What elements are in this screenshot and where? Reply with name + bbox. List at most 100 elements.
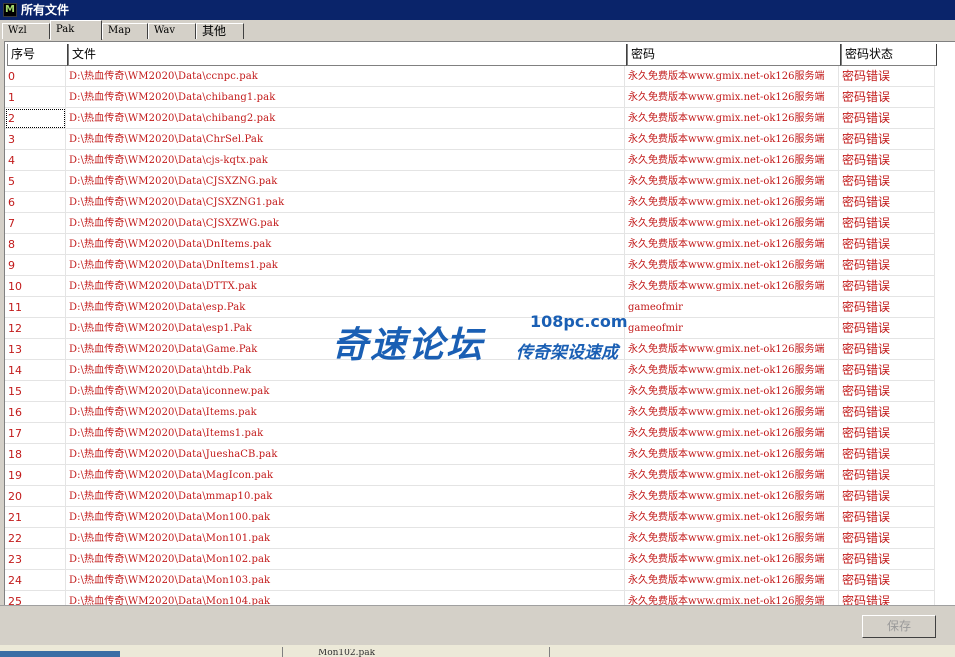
row-file-cell: D:\热血传奇\WM2020\Data\DTTX.pak bbox=[66, 276, 625, 297]
row-password-cell: 永久免费版本www.gmix.net-ok126服务端 bbox=[625, 402, 839, 423]
row-password-cell: 永久免费版本www.gmix.net-ok126服务端 bbox=[625, 234, 839, 255]
row-index-cell: 6 bbox=[5, 192, 66, 213]
row-password-cell: 永久免费版本www.gmix.net-ok126服务端 bbox=[625, 465, 839, 486]
row-index-cell: 23 bbox=[5, 549, 66, 570]
background-taskbar-strip bbox=[0, 651, 120, 657]
table-row[interactable]: 10 D:\热血传奇\WM2020\Data\DTTX.pak 永久免费版本www.… bbox=[5, 276, 945, 297]
table-row[interactable]: 0 D:\热血传奇\WM2020\Data\ccnpc.pak 永久免费版本www.… bbox=[5, 66, 945, 87]
table-row[interactable]: 7 D:\热血传奇\WM2020\Data\CJSXZWG.pak 永久免费版本ww… bbox=[5, 213, 945, 234]
row-index-cell: 20 bbox=[5, 486, 66, 507]
table-row[interactable]: 20 D:\热血传奇\WM2020\Data\mmap10.pak 永久免费版本ww… bbox=[5, 486, 945, 507]
table-row[interactable]: 22 D:\热血传奇\WM2020\Data\Mon101.pak 永久免费版本ww… bbox=[5, 528, 945, 549]
table-row[interactable]: 11 D:\热血传奇\WM2020\Data\esp.Pak gameofmir 密码… bbox=[5, 297, 945, 318]
row-password-cell: 永久免费版本www.gmix.net-ok126服务端 bbox=[625, 255, 839, 276]
row-status-cell: 密码错误 bbox=[839, 318, 935, 339]
table-row[interactable]: 13 D:\热血传奇\WM2020\Data\Game.Pak 永久免费版本www.… bbox=[5, 339, 945, 360]
table-row[interactable]: 12 D:\热血传奇\WM2020\Data\esp1.Pak gameofmir 密… bbox=[5, 318, 945, 339]
row-password-cell: 永久免费版本www.gmix.net-ok126服务端 bbox=[625, 486, 839, 507]
row-index-cell: 19 bbox=[5, 465, 66, 486]
row-password-cell: 永久免费版本www.gmix.net-ok126服务端 bbox=[625, 549, 839, 570]
row-index-cell: 7 bbox=[5, 213, 66, 234]
file-list[interactable]: 序号 文件 密码 密码状态 0 D:\热血传奇\WM2020\Data\ccnpc… bbox=[4, 41, 955, 605]
tab-map[interactable]: Map bbox=[102, 23, 148, 39]
row-index-cell: 21 bbox=[5, 507, 66, 528]
row-password-cell: 永久免费版本www.gmix.net-ok126服务端 bbox=[625, 66, 839, 87]
row-index-cell: 9 bbox=[5, 255, 66, 276]
table-row[interactable]: 25 D:\热血传奇\WM2020\Data\Mon104.pak 永久免费版本ww… bbox=[5, 591, 945, 605]
row-status-cell: 密码错误 bbox=[839, 297, 935, 318]
row-index-cell: 1 bbox=[5, 87, 66, 108]
table-row[interactable]: 21 D:\热血传奇\WM2020\Data\Mon100.pak 永久免费版本ww… bbox=[5, 507, 945, 528]
table-row[interactable]: 19 D:\热血传奇\WM2020\Data\MagIcon.pak 永久免费版本w… bbox=[5, 465, 945, 486]
row-index-cell: 4 bbox=[5, 150, 66, 171]
table-row[interactable]: 18 D:\热血传奇\WM2020\Data\JueshaCB.pak 永久免费版本… bbox=[5, 444, 945, 465]
row-status-cell: 密码错误 bbox=[839, 66, 935, 87]
footer-bar: 保存 bbox=[0, 605, 955, 646]
row-index-cell: 13 bbox=[5, 339, 66, 360]
table-row[interactable]: 9 D:\热血传奇\WM2020\Data\DnItems1.pak 永久免费版本w… bbox=[5, 255, 945, 276]
tab-other[interactable]: 其他 bbox=[196, 23, 244, 39]
row-status-cell: 密码错误 bbox=[839, 465, 935, 486]
save-button[interactable]: 保存 bbox=[862, 615, 936, 638]
row-file-cell: D:\热血传奇\WM2020\Data\Mon103.pak bbox=[66, 570, 625, 591]
window-title: 所有文件 bbox=[21, 3, 70, 17]
row-status-cell: 密码错误 bbox=[839, 528, 935, 549]
column-header-status[interactable]: 密码状态 bbox=[841, 44, 937, 66]
row-password-cell: gameofmir bbox=[625, 297, 839, 318]
row-password-cell: 永久免费版本www.gmix.net-ok126服务端 bbox=[625, 129, 839, 150]
row-password-cell: 永久免费版本www.gmix.net-ok126服务端 bbox=[625, 213, 839, 234]
row-file-cell: D:\热血传奇\WM2020\Data\JueshaCB.pak bbox=[66, 444, 625, 465]
table-row[interactable]: 5 D:\热血传奇\WM2020\Data\CJSXZNG.pak 永久免费版本ww… bbox=[5, 171, 945, 192]
row-password-cell: 永久免费版本www.gmix.net-ok126服务端 bbox=[625, 276, 839, 297]
row-status-cell: 密码错误 bbox=[839, 423, 935, 444]
row-password-cell: 永久免费版本www.gmix.net-ok126服务端 bbox=[625, 150, 839, 171]
table-row[interactable]: 14 D:\热血传奇\WM2020\Data\htdb.Pak 永久免费版本www.… bbox=[5, 360, 945, 381]
table-row[interactable]: 4 D:\热血传奇\WM2020\Data\cjs-kqtx.pak 永久免费版本w… bbox=[5, 150, 945, 171]
row-password-cell: 永久免费版本www.gmix.net-ok126服务端 bbox=[625, 444, 839, 465]
tab-wav[interactable]: Wav bbox=[148, 23, 196, 39]
row-password-cell: 永久免费版本www.gmix.net-ok126服务端 bbox=[625, 423, 839, 444]
row-file-cell: D:\热血传奇\WM2020\Data\ChrSel.Pak bbox=[66, 129, 625, 150]
row-file-cell: D:\热血传奇\WM2020\Data\CJSXZNG1.pak bbox=[66, 192, 625, 213]
table-row[interactable]: 6 D:\热血传奇\WM2020\Data\CJSXZNG1.pak 永久免费版本w… bbox=[5, 192, 945, 213]
tab-pak[interactable]: Pak bbox=[50, 20, 102, 40]
table-row[interactable]: 2 D:\热血传奇\WM2020\Data\chibang2.pak 永久免费版本w… bbox=[5, 108, 945, 129]
column-header-password[interactable]: 密码 bbox=[627, 44, 841, 66]
window-title-bar[interactable]: M 所有文件 bbox=[0, 0, 955, 20]
row-file-cell: D:\热血传奇\WM2020\Data\Game.Pak bbox=[66, 339, 625, 360]
row-password-cell: 永久免费版本www.gmix.net-ok126服务端 bbox=[625, 381, 839, 402]
row-password-cell: gameofmir bbox=[625, 318, 839, 339]
row-password-cell: 永久免费版本www.gmix.net-ok126服务端 bbox=[625, 591, 839, 605]
row-password-cell: 永久免费版本www.gmix.net-ok126服务端 bbox=[625, 171, 839, 192]
row-index-cell: 0 bbox=[5, 66, 66, 87]
table-row[interactable]: 8 D:\热血传奇\WM2020\Data\DnItems.pak 永久免费版本ww… bbox=[5, 234, 945, 255]
table-row[interactable]: 15 D:\热血传奇\WM2020\Data\iconnew.pak 永久免费版本w… bbox=[5, 381, 945, 402]
row-status-cell: 密码错误 bbox=[839, 108, 935, 129]
row-status-cell: 密码错误 bbox=[839, 255, 935, 276]
row-status-cell: 密码错误 bbox=[839, 570, 935, 591]
row-file-cell: D:\热血传奇\WM2020\Data\chibang1.pak bbox=[66, 87, 625, 108]
table-row[interactable]: 1 D:\热血传奇\WM2020\Data\chibang1.pak 永久免费版本w… bbox=[5, 87, 945, 108]
row-status-cell: 密码错误 bbox=[839, 192, 935, 213]
column-header-file[interactable]: 文件 bbox=[68, 44, 627, 66]
row-file-cell: D:\热血传奇\WM2020\Data\DnItems.pak bbox=[66, 234, 625, 255]
row-password-cell: 永久免费版本www.gmix.net-ok126服务端 bbox=[625, 360, 839, 381]
background-window: Mon102.pak bbox=[0, 645, 955, 657]
row-index-cell: 17 bbox=[5, 423, 66, 444]
column-header-index[interactable]: 序号 bbox=[7, 44, 68, 66]
table-row[interactable]: 23 D:\热血传奇\WM2020\Data\Mon102.pak 永久免费版本ww… bbox=[5, 549, 945, 570]
row-status-cell: 密码错误 bbox=[839, 87, 935, 108]
table-row[interactable]: 17 D:\热血传奇\WM2020\Data\Items1.pak 永久免费版本ww… bbox=[5, 423, 945, 444]
tab-other-label: 其他 bbox=[202, 24, 227, 38]
row-status-cell: 密码错误 bbox=[839, 507, 935, 528]
table-row[interactable]: 24 D:\热血传奇\WM2020\Data\Mon103.pak 永久免费版本ww… bbox=[5, 570, 945, 591]
row-file-cell: D:\热血传奇\WM2020\Data\Mon102.pak bbox=[66, 549, 625, 570]
row-password-cell: 永久免费版本www.gmix.net-ok126服务端 bbox=[625, 507, 839, 528]
table-row[interactable]: 3 D:\热血传奇\WM2020\Data\ChrSel.Pak 永久免费版本www… bbox=[5, 129, 945, 150]
tab-wzl[interactable]: Wzl bbox=[2, 23, 50, 39]
row-file-cell: D:\热血传奇\WM2020\Data\DnItems1.pak bbox=[66, 255, 625, 276]
row-index-cell: 24 bbox=[5, 570, 66, 591]
row-status-cell: 密码错误 bbox=[839, 129, 935, 150]
table-row[interactable]: 16 D:\热血传奇\WM2020\Data\Items.pak 永久免费版本www… bbox=[5, 402, 945, 423]
row-password-cell: 永久免费版本www.gmix.net-ok126服务端 bbox=[625, 528, 839, 549]
